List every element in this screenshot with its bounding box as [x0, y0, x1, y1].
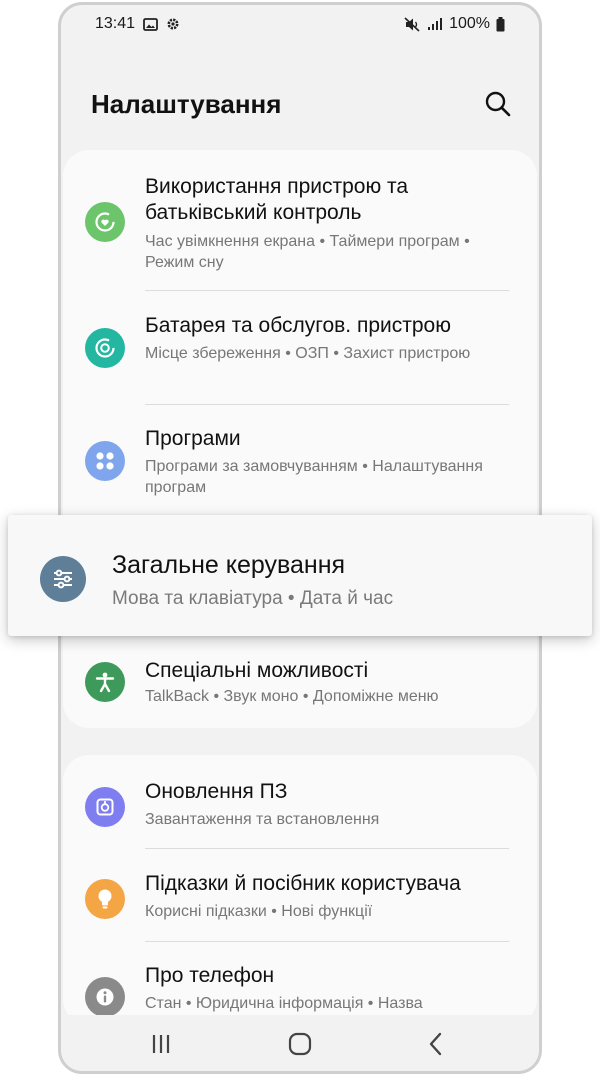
search-button[interactable]	[483, 89, 513, 119]
settings-item-subtitle: Стан • Юридична інформація • Назва	[145, 995, 423, 1012]
settings-item-about-phone[interactable]: Про телефон Стан • Юридична інформація •…	[63, 963, 537, 1017]
settings-item-general-management[interactable]: Загальне керування Мова та клавіатура • …	[8, 515, 592, 636]
settings-item-subtitle: Завантаження та встановлення	[145, 811, 380, 828]
general-management-icon	[40, 556, 86, 602]
settings-group-2: Оновлення ПЗ Завантаження та встановленн…	[63, 755, 537, 1025]
settings-item-title: Використання пристрою та батьківський ко…	[145, 175, 409, 224]
settings-item-title: Оновлення ПЗ	[145, 780, 288, 803]
battery-icon	[496, 16, 505, 32]
status-bar: 13:41 100%	[61, 5, 539, 43]
settings-item-title: Про телефон	[145, 964, 275, 987]
divider	[145, 404, 509, 405]
settings-item-accessibility[interactable]: Спеціальні можливості TalkBack • Звук мо…	[63, 648, 537, 705]
settings-item-device-care[interactable]: Батарея та обслугов. пристрою Місце збер…	[63, 313, 537, 385]
settings-item-title: Батарея та обслугов. пристрою	[145, 314, 451, 337]
settings-item-subtitle: Програми за замовчуванням • Налаштування…	[145, 458, 483, 496]
settings-gear-icon	[166, 17, 180, 31]
signal-icon	[427, 17, 443, 31]
divider	[145, 290, 509, 291]
divider	[145, 848, 509, 849]
settings-item-subtitle: Мова та клавіатура • Дата й час	[112, 588, 394, 609]
home-button[interactable]	[285, 1029, 315, 1059]
search-icon	[485, 91, 511, 117]
gallery-icon	[143, 17, 158, 31]
settings-item-subtitle: Місце збереження • ОЗП • Захист пристрою	[145, 345, 471, 362]
software-update-icon	[85, 787, 125, 827]
recent-apps-icon	[152, 1035, 170, 1053]
device-care-icon	[85, 328, 125, 368]
recent-apps-button[interactable]	[146, 1029, 176, 1059]
settings-item-subtitle: TalkBack • Звук моно • Допоміжне меню	[145, 688, 439, 705]
accessibility-icon	[85, 662, 125, 702]
status-time: 13:41	[95, 15, 136, 32]
settings-item-software-update[interactable]: Оновлення ПЗ Завантаження та встановленн…	[63, 779, 537, 831]
settings-item-subtitle: Час увімкнення екрана • Таймери програм …	[145, 233, 470, 271]
about-phone-icon	[85, 977, 125, 1017]
settings-item-tips[interactable]: Підказки й посібник користувача Корисні …	[63, 871, 537, 923]
settings-item-digital-wellbeing[interactable]: Використання пристрою та батьківський ко…	[63, 172, 537, 274]
settings-item-title: Програми	[145, 427, 241, 450]
back-button[interactable]	[421, 1029, 451, 1059]
settings-item-title: Загальне керування	[112, 551, 346, 579]
digital-wellbeing-icon	[85, 202, 125, 242]
tips-icon	[85, 879, 125, 919]
battery-percent: 100%	[449, 15, 490, 32]
settings-group-1: Використання пристрою та батьківський ко…	[63, 150, 537, 728]
settings-item-apps[interactable]: Програми Програми за замовчуванням • Нал…	[63, 426, 537, 498]
divider	[145, 941, 509, 942]
page-title: Налаштування	[91, 89, 282, 119]
mute-icon	[404, 16, 421, 32]
apps-icon	[85, 441, 125, 481]
back-icon	[429, 1032, 442, 1056]
settings-item-title: Підказки й посібник користувача	[145, 872, 461, 895]
settings-item-title: Спеціальні можливості	[145, 659, 369, 682]
navigation-bar	[61, 1015, 539, 1071]
home-icon	[288, 1032, 312, 1056]
settings-item-subtitle: Корисні підказки • Нові функції	[145, 903, 373, 920]
